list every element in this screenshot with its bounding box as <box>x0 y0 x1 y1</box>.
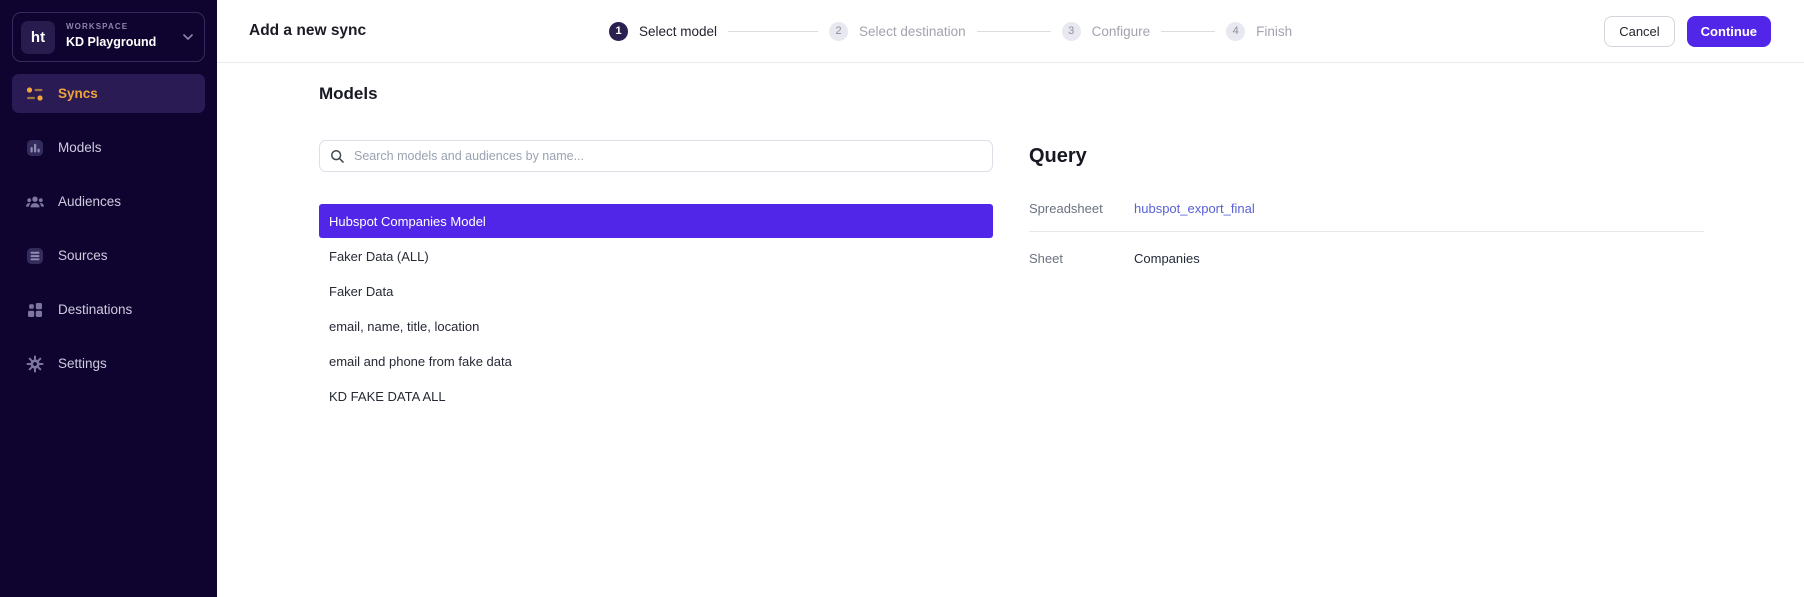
wizard-header: Add a new sync 1 Select model 2 Select d… <box>217 0 1804 63</box>
app-window: ht WORKSPACE KD Playground Syncs <box>0 0 1804 597</box>
syncs-icon <box>25 84 45 104</box>
continue-button[interactable]: Continue <box>1687 16 1771 47</box>
sidebar-item-models[interactable]: Models <box>12 128 205 167</box>
model-row[interactable]: Faker Data <box>319 274 993 309</box>
step-number-badge: 4 <box>1226 22 1245 41</box>
query-row-label: Spreadsheet <box>1029 201 1134 216</box>
hightouch-logo: ht <box>21 21 55 54</box>
sidebar-item-label: Destinations <box>58 302 132 317</box>
model-row[interactable]: Hubspot Companies Model <box>319 204 993 238</box>
step-select-model: 1 Select model <box>609 22 717 41</box>
step-label: Select model <box>639 24 717 39</box>
workspace-switcher[interactable]: ht WORKSPACE KD Playground <box>12 12 205 62</box>
model-search-box[interactable] <box>319 140 993 172</box>
step-label: Configure <box>1092 24 1151 39</box>
query-row-spreadsheet: Spreadsheet hubspot_export_final <box>1029 197 1704 232</box>
step-number-badge: 2 <box>829 22 848 41</box>
search-icon <box>330 149 345 164</box>
models-section-heading: Models <box>319 84 378 104</box>
step-connector <box>728 31 818 32</box>
step-label: Select destination <box>859 24 966 39</box>
query-panel: Query Spreadsheet hubspot_export_final S… <box>1029 145 1704 281</box>
model-row[interactable]: KD FAKE DATA ALL <box>319 379 993 414</box>
header-actions: Cancel Continue <box>1604 16 1771 47</box>
query-row-label: Sheet <box>1029 251 1134 266</box>
sidebar-item-destinations[interactable]: Destinations <box>12 290 205 329</box>
workspace-label: WORKSPACE <box>66 22 128 31</box>
model-name: Faker Data <box>329 284 393 299</box>
sidebar-item-label: Syncs <box>58 86 98 101</box>
step-connector <box>977 31 1051 32</box>
model-row[interactable]: email and phone from fake data <box>319 344 993 379</box>
sidebar-item-label: Sources <box>58 248 108 263</box>
step-label: Finish <box>1256 24 1292 39</box>
page-title: Add a new sync <box>249 0 366 62</box>
audiences-icon <box>25 192 45 212</box>
model-name: Hubspot Companies Model <box>329 214 486 229</box>
sidebar-item-label: Settings <box>58 356 107 371</box>
model-name: Faker Data (ALL) <box>329 249 429 264</box>
step-configure: 3 Configure <box>1062 22 1151 41</box>
chevron-down-icon <box>183 34 193 41</box>
models-icon <box>25 138 45 158</box>
query-row-sheet: Sheet Companies <box>1029 247 1704 281</box>
model-list: Hubspot Companies Model Faker Data (ALL)… <box>319 204 993 414</box>
step-number-badge: 3 <box>1062 22 1081 41</box>
destinations-icon <box>25 300 45 320</box>
step-finish: 4 Finish <box>1226 22 1292 41</box>
model-name: email and phone from fake data <box>329 354 512 369</box>
sources-icon <box>25 246 45 266</box>
model-name: email, name, title, location <box>329 319 479 334</box>
query-heading: Query <box>1029 145 1704 168</box>
sidebar-item-syncs[interactable]: Syncs <box>12 74 205 113</box>
spreadsheet-link[interactable]: hubspot_export_final <box>1134 201 1255 216</box>
sidebar-item-audiences[interactable]: Audiences <box>12 182 205 221</box>
sidebar-item-label: Models <box>58 140 102 155</box>
workspace-name: KD Playground <box>66 35 156 49</box>
search-input[interactable] <box>354 149 982 163</box>
sidebar-item-sources[interactable]: Sources <box>12 236 205 275</box>
gear-icon <box>25 354 45 374</box>
model-name: KD FAKE DATA ALL <box>329 389 446 404</box>
sheet-value: Companies <box>1134 251 1200 266</box>
step-select-destination: 2 Select destination <box>829 22 966 41</box>
sidebar-item-label: Audiences <box>58 194 121 209</box>
model-row[interactable]: Faker Data (ALL) <box>319 239 993 274</box>
sidebar-nav: Syncs Models <box>12 74 205 398</box>
step-connector <box>1161 31 1215 32</box>
wizard-stepper: 1 Select model 2 Select destination 3 Co… <box>609 0 1292 62</box>
sidebar: ht WORKSPACE KD Playground Syncs <box>0 0 217 597</box>
model-row[interactable]: email, name, title, location <box>319 309 993 344</box>
cancel-button[interactable]: Cancel <box>1604 16 1674 47</box>
sidebar-item-settings[interactable]: Settings <box>12 344 205 383</box>
step-number-badge: 1 <box>609 22 628 41</box>
